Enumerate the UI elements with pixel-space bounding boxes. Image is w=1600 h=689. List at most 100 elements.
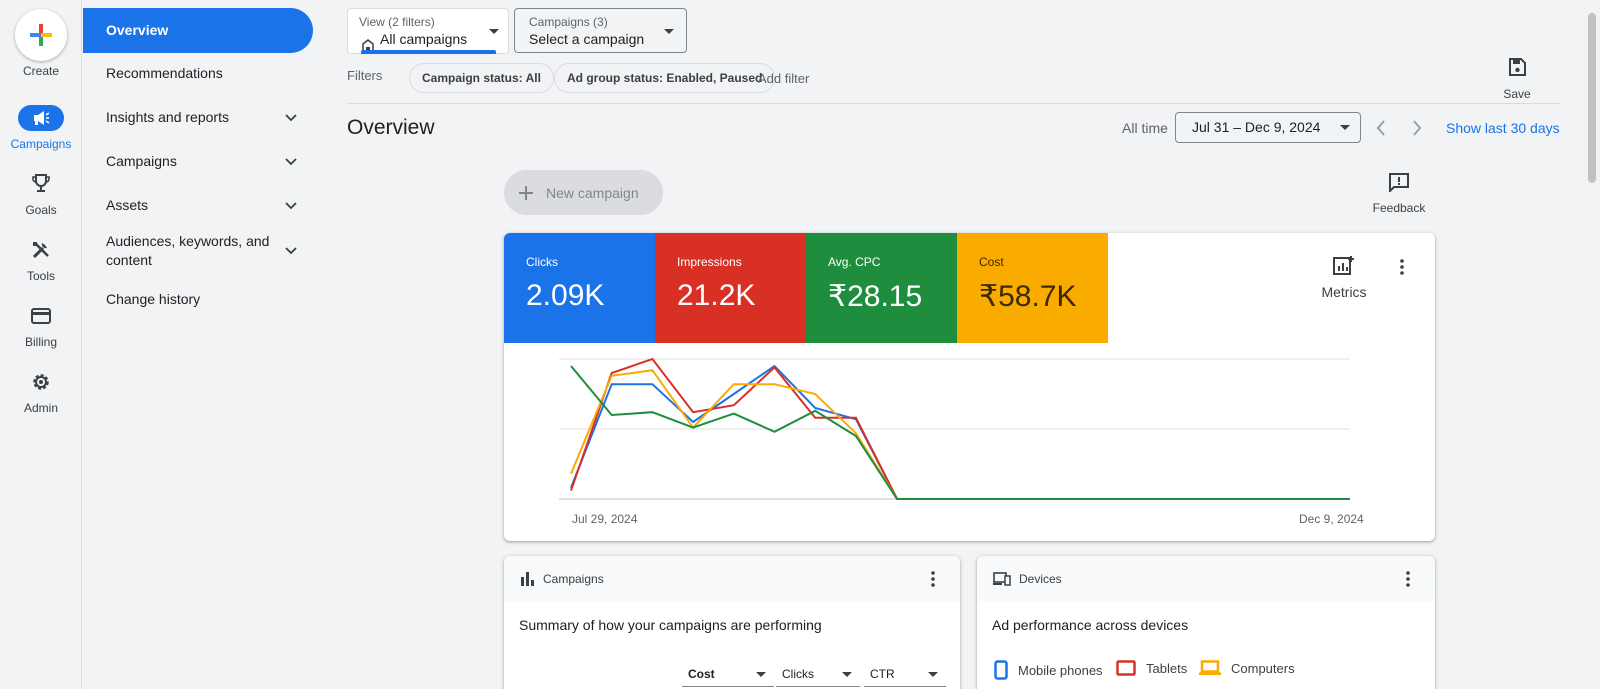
rail-item-label: Billing	[24, 335, 57, 349]
scrollbar-thumb[interactable]	[1588, 13, 1596, 183]
main-content: View (2 filters) All campaigns Campaigns…	[334, 0, 1584, 689]
caret-down-icon	[664, 29, 674, 34]
nav-item-audiences-keywords-content[interactable]: Audiences, keywords, and content	[83, 232, 313, 270]
legend-tablets: Tablets	[1116, 660, 1187, 676]
chevron-down-icon	[285, 201, 297, 209]
save-label: Save	[1503, 87, 1531, 101]
more-options-icon[interactable]	[1396, 567, 1420, 591]
rail-item-label: Goals	[25, 203, 57, 217]
rail-item-label: Admin	[23, 401, 58, 415]
tablet-icon	[1116, 660, 1136, 676]
card-title: Campaigns	[543, 571, 604, 586]
legend-label: Mobile phones	[1018, 662, 1103, 678]
bar-chart-icon	[521, 571, 534, 586]
rail-item-tools[interactable]: Tools	[0, 237, 82, 283]
column-select-cost[interactable]: Cost	[682, 663, 774, 687]
nav-item-recommendations[interactable]: Recommendations	[83, 64, 313, 83]
caret-down-icon	[842, 672, 852, 677]
nav-item-overview[interactable]: Overview	[83, 8, 313, 53]
next-period-button[interactable]	[1405, 116, 1429, 140]
nav-item-label: Assets	[106, 197, 149, 213]
rail-item-goals[interactable]: Goals	[0, 171, 82, 217]
feedback-icon	[1389, 173, 1409, 194]
scorecard-avg-cpc[interactable]: Avg. CPC ₹28.15	[806, 233, 957, 343]
rail-item-campaigns[interactable]: Campaigns	[0, 105, 82, 151]
chevron-left-icon	[1376, 120, 1385, 136]
scorecard-value: ₹58.7K	[979, 280, 1077, 313]
x-axis-start-label: Jul 29, 2024	[572, 512, 638, 526]
caret-down-icon	[489, 29, 499, 34]
nav-item-label: Recommendations	[106, 65, 223, 81]
trophy-icon	[18, 171, 64, 197]
card-header: Devices	[977, 556, 1435, 601]
scorecard-clicks[interactable]: Clicks 2.09K	[504, 233, 655, 343]
page-title: Overview	[347, 116, 435, 139]
scorecard-cost[interactable]: Cost ₹58.7K	[957, 233, 1108, 343]
legend-label: Tablets	[1146, 660, 1188, 676]
previous-period-button[interactable]	[1369, 116, 1393, 140]
view-filter-dropdown[interactable]: View (2 filters) All campaigns	[347, 8, 509, 54]
mobile-phone-icon	[994, 660, 1008, 680]
megaphone-icon	[18, 105, 64, 131]
scorecard-value: 21.2K	[677, 279, 756, 312]
gear-icon	[18, 369, 64, 395]
x-axis-end-label: Dec 9, 2024	[1299, 512, 1364, 526]
plus-icon	[519, 185, 533, 200]
more-options-icon[interactable]	[921, 567, 945, 591]
save-button[interactable]: Save	[1494, 58, 1540, 101]
overview-performance-card: Clicks 2.09K Impressions 21.2K Avg. CPC …	[504, 233, 1435, 541]
show-last-30-days-link[interactable]: Show last 30 days	[1446, 120, 1560, 136]
create-button[interactable]	[15, 9, 67, 61]
column-select-label: CTR	[870, 667, 895, 681]
chevron-down-icon	[285, 247, 297, 255]
column-select-label: Cost	[688, 667, 715, 681]
caret-down-icon	[928, 672, 938, 677]
new-campaign-button[interactable]: New campaign	[504, 170, 663, 215]
chart-series-line-0	[570, 364, 1350, 500]
performance-line-chart	[559, 357, 1350, 500]
laptop-icon	[1199, 660, 1221, 675]
caret-down-icon	[756, 672, 766, 677]
create-label: Create	[22, 64, 60, 78]
vertical-scrollbar[interactable]	[1584, 0, 1600, 689]
nav-item-label: Campaigns	[106, 153, 177, 169]
scorecard-value: ₹28.15	[828, 280, 923, 313]
active-indicator	[361, 50, 496, 54]
card-header: Campaigns	[504, 556, 960, 601]
scorecard-label: Cost	[979, 255, 1004, 269]
nav-item-assets[interactable]: Assets	[83, 196, 313, 215]
rail-item-label: Campaigns	[10, 137, 72, 151]
devices-icon	[993, 571, 1011, 586]
all-time-label: All time	[1122, 120, 1168, 136]
nav-panel: Overview Recommendations Insights and re…	[83, 0, 333, 689]
column-select-clicks[interactable]: Clicks	[776, 663, 860, 687]
divider	[347, 103, 1561, 104]
feedback-button[interactable]: Feedback	[1364, 172, 1434, 215]
date-range-picker[interactable]: Jul 31 – Dec 9, 2024	[1175, 112, 1361, 143]
rail-item-admin[interactable]: Admin	[0, 369, 82, 415]
nav-item-change-history[interactable]: Change history	[83, 290, 313, 309]
campaigns-filter-value: Select a campaign	[529, 31, 645, 47]
chip-label: Ad group status: Enabled, Paused	[567, 71, 763, 85]
campaigns-filter-dropdown[interactable]: Campaigns (3) Select a campaign	[514, 8, 687, 53]
filter-chip-campaign-status[interactable]: Campaign status: All	[409, 63, 554, 93]
add-filter-button[interactable]: Add filter	[758, 71, 809, 86]
devices-card: Devices Ad performance across devices Mo…	[977, 556, 1435, 689]
column-select-ctr[interactable]: CTR	[864, 663, 946, 687]
nav-item-insights-and-reports[interactable]: Insights and reports	[83, 108, 313, 127]
rail-item-billing[interactable]: Billing	[0, 303, 82, 349]
more-options-icon[interactable]	[1390, 255, 1414, 279]
new-campaign-label: New campaign	[546, 184, 639, 201]
add-chart-icon	[1333, 256, 1354, 275]
scorecard-label: Impressions	[677, 255, 742, 269]
campaigns-filter-small-label: Campaigns (3)	[529, 15, 608, 29]
nav-item-campaigns[interactable]: Campaigns	[83, 152, 313, 171]
chevron-down-icon	[285, 113, 297, 121]
view-filter-small-label: View (2 filters)	[359, 15, 435, 29]
rail-item-label: Tools	[26, 269, 55, 283]
scorecard-impressions[interactable]: Impressions 21.2K	[655, 233, 806, 343]
filter-chip-ad-group-status[interactable]: Ad group status: Enabled, Paused	[554, 63, 776, 93]
nav-item-label: Insights and reports	[106, 109, 229, 125]
metrics-button[interactable]: Metrics	[1316, 255, 1372, 300]
scorecard-label: Clicks	[526, 255, 558, 269]
